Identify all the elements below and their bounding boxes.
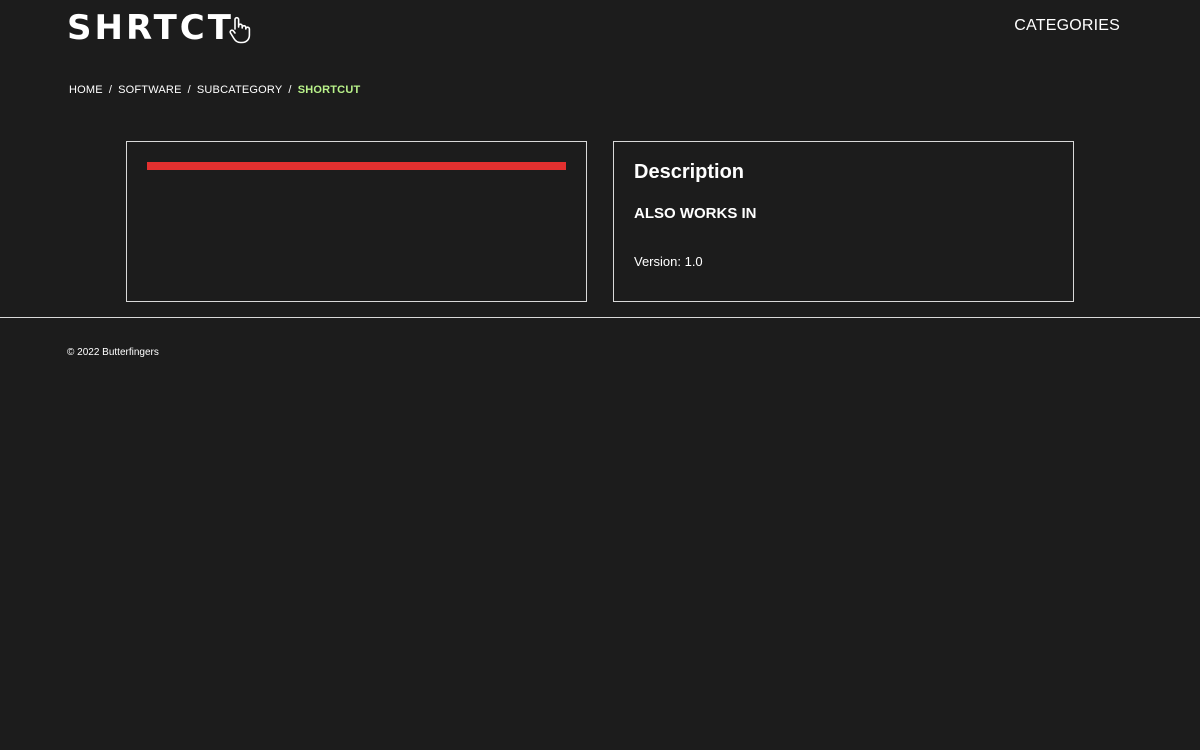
footer-copyright: © 2022 Butterfingers — [67, 347, 159, 358]
description-title: Description — [634, 161, 745, 183]
breadcrumb-home[interactable]: HOME — [69, 84, 103, 96]
version-text: Version: 1.0 — [634, 254, 703, 269]
also-works-in-heading: ALSO WORKS IN — [634, 205, 757, 222]
shortcut-preview-panel — [126, 141, 587, 302]
breadcrumb-separator: / — [108, 84, 113, 96]
breadcrumb-current: SHORTCUT — [297, 84, 361, 96]
site-header: SHRTCT CATEGORIES — [0, 0, 1200, 60]
red-accent-bar — [147, 162, 566, 170]
breadcrumb-separator: / — [187, 84, 191, 96]
nav-categories-link[interactable]: CATEGORIES — [1014, 17, 1120, 35]
breadcrumb-separator: / — [288, 84, 292, 96]
breadcrumb: HOME / SOFTWARE / SUBCATEGORY / SHORTCUT — [69, 84, 360, 96]
hand-pointer-icon — [228, 15, 252, 45]
logo-link[interactable]: SHRTCT — [67, 8, 252, 48]
breadcrumb-software[interactable]: SOFTWARE — [118, 84, 182, 96]
logo-text: SHRTCT — [67, 8, 234, 48]
description-panel: Description ALSO WORKS IN Version: 1.0 — [613, 141, 1074, 302]
footer-divider — [0, 317, 1200, 318]
breadcrumb-subcategory[interactable]: SUBCATEGORY — [197, 84, 283, 96]
